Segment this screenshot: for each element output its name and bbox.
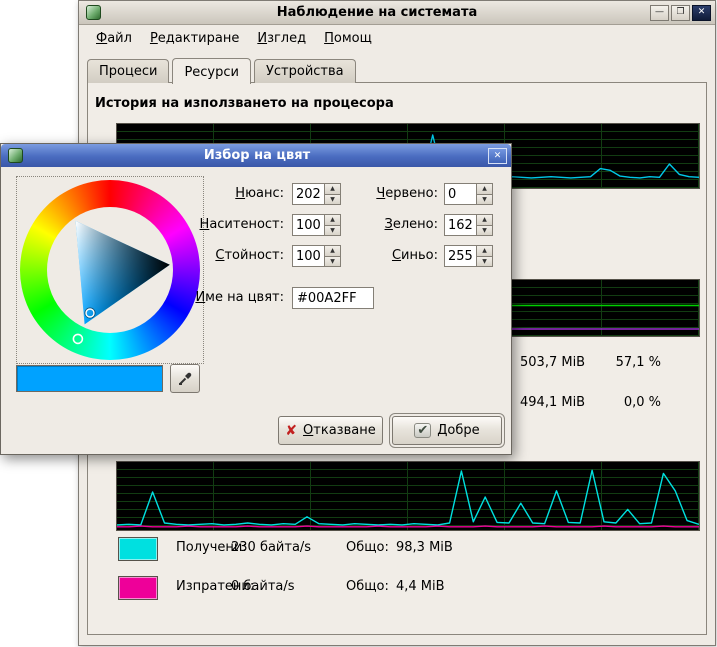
cancel-button[interactable]: ✘ Отказване — [278, 416, 383, 445]
main-window-title: Наблюдение на системата — [104, 5, 650, 20]
tab-resources[interactable]: Ресурси — [172, 58, 251, 84]
hue-label: Нюанс: — [91, 183, 284, 205]
network-chart-lines — [117, 462, 699, 530]
eyedropper-button[interactable] — [170, 364, 200, 393]
tab-processes[interactable]: Процеси — [87, 59, 169, 83]
blue-input[interactable] — [444, 245, 476, 267]
green-up-icon[interactable]: ▲ — [476, 214, 493, 226]
value-input[interactable] — [292, 245, 324, 267]
color-wheel[interactable] — [20, 180, 200, 360]
green-label: Зелено: — [331, 214, 438, 236]
green-spinner: ▲▼ — [444, 214, 493, 236]
cancel-x-icon: ✘ — [285, 424, 297, 438]
minimize-button[interactable]: — — [650, 5, 669, 21]
close-button[interactable]: ✕ — [692, 5, 711, 21]
menu-view[interactable]: Изглед — [248, 27, 315, 50]
color-name-input[interactable] — [292, 287, 374, 309]
network-received-row: Получени: 230 байта/s Общо: 98,3 MiB — [88, 537, 706, 561]
color-name-label: Име на цвят: — [91, 287, 284, 309]
blue-label: Синьо: — [331, 245, 438, 267]
menu-file[interactable]: Файл — [87, 27, 141, 50]
color-picker-dialog: Избор на цвят ✕ — [0, 143, 512, 455]
eyedropper-icon — [177, 371, 193, 387]
red-spinner: ▲▼ — [444, 183, 493, 205]
ok-button-label: Добре — [437, 423, 479, 438]
value-label: Стойност: — [91, 245, 284, 267]
memory-used-percent: 57,1 % — [593, 355, 661, 370]
saturation-input[interactable] — [292, 214, 324, 236]
red-label: Червено: — [331, 183, 438, 205]
memory-used-value: 503,7 MiB — [520, 355, 585, 370]
menu-edit[interactable]: Редактиране — [141, 27, 248, 50]
tab-devices[interactable]: Устройства — [254, 59, 356, 83]
dialog-title: Избор на цвят — [26, 148, 488, 163]
window-controls: — ❐ ✕ — [650, 5, 711, 21]
cpu-history-heading: История на използването на процесора — [95, 96, 394, 111]
received-color-swatch[interactable] — [118, 537, 158, 561]
desktop: Наблюдение на системата — ❐ ✕ Файл Редак… — [0, 0, 717, 647]
green-input[interactable] — [444, 214, 476, 236]
cancel-button-label: Отказване — [303, 423, 376, 438]
red-up-icon[interactable]: ▲ — [476, 183, 493, 195]
dialog-close-button[interactable]: ✕ — [488, 148, 507, 164]
maximize-button[interactable]: ❐ — [671, 5, 690, 21]
received-rate: 230 байта/s — [231, 540, 311, 555]
dialog-app-icon — [8, 148, 23, 163]
sent-color-swatch[interactable] — [118, 576, 158, 600]
ok-check-icon: ✔ — [414, 423, 431, 438]
saturation-label: Наситеност: — [91, 214, 284, 236]
sent-rate: 0 байта/s — [231, 579, 295, 594]
network-sent-row: Изпратени: 0 байта/s Общо: 4,4 MiB — [88, 576, 706, 600]
hsv-triangle[interactable] — [20, 180, 200, 360]
menu-help[interactable]: Помощ — [315, 27, 381, 50]
main-titlebar[interactable]: Наблюдение на системата — ❐ ✕ — [79, 1, 715, 25]
swap-used-percent: 0,0 % — [593, 395, 661, 410]
blue-spinner: ▲▼ — [444, 245, 493, 267]
red-input[interactable] — [444, 183, 476, 205]
system-monitor-icon — [86, 5, 101, 20]
hue-input[interactable] — [292, 183, 324, 205]
red-down-icon[interactable]: ▼ — [476, 195, 493, 206]
green-down-icon[interactable]: ▼ — [476, 226, 493, 237]
network-history-chart — [116, 461, 700, 531]
color-preview — [16, 365, 163, 392]
blue-down-icon[interactable]: ▼ — [476, 257, 493, 268]
blue-up-icon[interactable]: ▲ — [476, 245, 493, 257]
dialog-body: Нюанс: ▲▼ Червено: ▲▼ Наситеност: ▲▼ Зел… — [1, 167, 511, 454]
sent-total-label: Общо: — [346, 579, 389, 594]
hue-ring-knob[interactable] — [73, 334, 82, 343]
tab-bar: Процеси Ресурси Устройства — [87, 55, 359, 83]
dialog-titlebar[interactable]: Избор на цвят ✕ — [1, 144, 511, 167]
sent-total: 4,4 MiB — [396, 579, 445, 594]
ok-button[interactable]: ✔ Добре — [392, 416, 502, 445]
received-total-label: Общо: — [346, 540, 389, 555]
swap-used-value: 494,1 MiB — [520, 395, 585, 410]
received-total: 98,3 MiB — [396, 540, 453, 555]
menubar: Файл Редактиране Изглед Помощ — [79, 25, 715, 52]
